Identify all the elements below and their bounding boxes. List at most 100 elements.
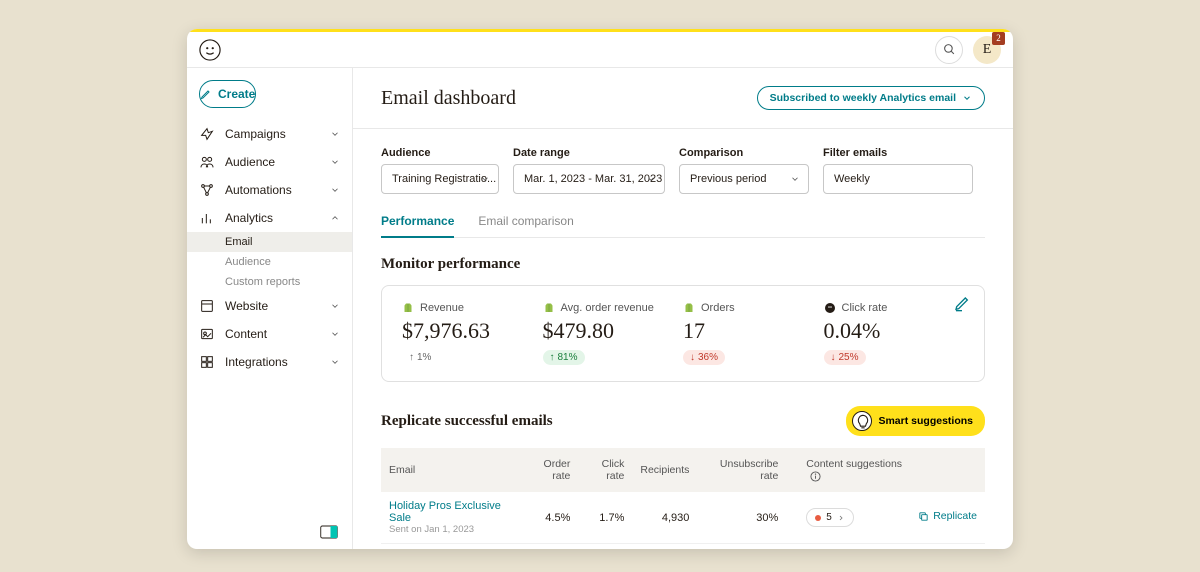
chevron-icon [330,213,340,223]
audience-select[interactable]: Training Registratio... [381,164,499,194]
sidebar-item-campaigns[interactable]: Campaigns [187,120,352,148]
subnav-email[interactable]: Email [187,232,352,252]
source-icon [543,302,555,314]
tab-performance[interactable]: Performance [381,214,454,238]
stats-card: Revenue $7,976.63 ↑ 1% Avg. order revenu… [381,285,985,382]
lightbulb-icon [852,411,872,431]
emails-table: Email Order rate Click rate Recipients U… [381,448,985,549]
stat-change: ↑ 81% [543,350,585,365]
search-button[interactable] [935,36,963,64]
stat-change: ↓ 25% [824,350,866,365]
subscribe-label: Subscribed to weekly Analytics email [770,92,956,104]
notification-badge: 2 [992,32,1005,45]
pencil-icon [200,88,212,100]
sidebar-item-integrations[interactable]: Integrations [187,348,352,376]
stat-label: Avg. order revenue [561,302,654,314]
stat-orders: Orders 17 ↓ 36% [683,302,824,365]
main-content: Email dashboard Subscribed to weekly Ana… [353,68,1013,549]
create-label: Create [218,87,255,101]
info-icon[interactable] [810,471,821,482]
chevron-down-icon [646,174,656,184]
stat-value: $7,976.63 [402,318,543,344]
create-button[interactable]: Create [199,80,256,108]
stat-change: ↓ 36% [683,350,725,365]
tabs: Performance Email comparison [381,214,985,238]
nav-label: Campaigns [225,127,330,141]
cell-order-rate: 4.5% [521,492,578,544]
nav-label: Content [225,327,330,341]
col-suggestions: Content suggestions [786,448,910,492]
sidebar-item-content[interactable]: Content [187,320,352,348]
cell-recipients: 8,941 [632,544,697,550]
sidebar-item-analytics[interactable]: Analytics [187,204,352,232]
source-icon [402,302,414,314]
avatar[interactable]: E 2 [973,36,1001,64]
automations-icon [199,182,215,198]
email-name-link[interactable]: Holiday Pros Exclusive Sale [389,500,513,524]
arrow-icon: ↑ [409,352,414,363]
replicate-title: Replicate successful emails [381,413,553,430]
cell-recipients: 4,930 [632,492,697,544]
nav-label: Analytics [225,211,330,225]
col-order-rate: Order rate [521,448,578,492]
audience-icon [199,154,215,170]
sidebar-item-website[interactable]: Website [187,292,352,320]
content-icon [199,326,215,342]
topbar: E 2 [187,32,1013,68]
table-row: Gift Guide Sent on Jan 1, 2023 4% 1.3% 8… [381,544,985,550]
stat-label: Click rate [842,302,888,314]
cell-unsub: 15% [697,544,786,550]
suggestion-pill[interactable]: 5 [806,508,854,527]
cell-unsub: 30% [697,492,786,544]
smart-suggestions-button[interactable]: Smart suggestions [846,406,985,436]
arrow-icon: ↓ [831,352,836,363]
subnav-custom-reports[interactable]: Custom reports [225,272,352,292]
source-icon [824,302,836,314]
subnav-audience[interactable]: Audience [225,252,352,272]
col-recipients: Recipients [632,448,697,492]
stat-value: $479.80 [543,318,684,344]
tab-email-comparison[interactable]: Email comparison [478,214,573,237]
col-email: Email [381,448,521,492]
chevron-icon [330,357,340,367]
campaigns-icon [199,126,215,142]
filter-emails-input[interactable]: Weekly [823,164,973,194]
stat-label: Orders [701,302,735,314]
copy-icon [918,511,929,522]
col-unsub: Unsubscribe rate [697,448,786,492]
source-icon [683,302,695,314]
search-icon [943,43,956,56]
filteremails-label: Filter emails [823,147,973,159]
suggestion-count: 5 [826,512,832,523]
chevron-icon [330,301,340,311]
daterange-select[interactable]: Mar. 1, 2023 - Mar. 31, 2023 [513,164,665,194]
chevron-down-icon [962,93,972,103]
status-dot [815,515,821,521]
audience-filter-label: Audience [381,147,499,159]
page-title: Email dashboard [381,87,516,110]
app-window: E 2 Create Campaigns Audience Automation… [187,29,1013,549]
edit-icon[interactable] [954,296,970,312]
chevron-down-icon [480,174,490,184]
nav-label: Website [225,299,330,313]
stat-revenue: Revenue $7,976.63 ↑ 1% [402,302,543,365]
email-sent-date: Sent on Jan 1, 2023 [389,524,513,535]
website-icon [199,298,215,314]
filters: Audience Training Registratio... Date ra… [353,128,1013,194]
daterange-filter-label: Date range [513,147,665,159]
subscribe-pill[interactable]: Subscribed to weekly Analytics email [757,86,985,110]
stat-change: ↑ 1% [402,350,438,365]
nav-label: Integrations [225,355,330,369]
avatar-letter: E [983,42,992,58]
chevron-icon [330,185,340,195]
replicate-button[interactable]: Replicate [918,510,977,522]
intercom-icon[interactable] [320,525,338,539]
smart-label: Smart suggestions [878,415,973,427]
sidebar-item-audience[interactable]: Audience [187,148,352,176]
arrow-icon: ↓ [690,352,695,363]
comparison-select[interactable]: Previous period [679,164,809,194]
cell-order-rate: 4% [521,544,578,550]
integrations-icon [199,354,215,370]
stat-click-rate: Click rate 0.04% ↓ 25% [824,302,965,365]
sidebar-item-automations[interactable]: Automations [187,176,352,204]
